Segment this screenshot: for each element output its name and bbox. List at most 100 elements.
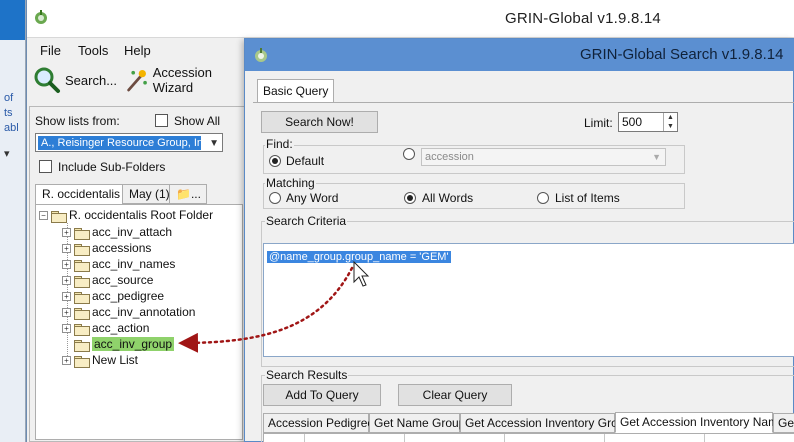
ellipsis-icon: ...: [190, 187, 201, 201]
magnifier-icon: [34, 67, 60, 93]
tab-get-name-group[interactable]: Get Name Group: [369, 413, 465, 433]
lists-pane: Show lists from: Show All A., Reisinger …: [29, 106, 247, 442]
find-default-label: Default: [286, 154, 325, 168]
tree-item[interactable]: + acc_action: [62, 320, 149, 336]
search-now-button[interactable]: Search Now!: [261, 111, 378, 133]
wizard-wand-icon: [127, 69, 147, 92]
expand-icon: +: [62, 275, 71, 285]
tab-accession-pedigree[interactable]: Accession Pedigree: [263, 413, 374, 433]
expand-icon: +: [62, 355, 71, 365]
list-owner-select[interactable]: A., Reisinger Resource Group, Inc. ▼: [35, 133, 223, 152]
expand-icon: +: [62, 243, 71, 253]
toolbar: Search... Accession Wizard: [33, 64, 247, 96]
menu-tools[interactable]: Tools: [78, 43, 108, 58]
tree-root-node[interactable]: − R. occidentalis Root Folder: [39, 207, 213, 223]
tree-item-label: acc_inv_attach: [92, 225, 173, 239]
find-accession-select[interactable]: accession ▼: [421, 148, 666, 166]
search-criteria-title: Search Criteria: [265, 214, 348, 228]
expand-icon: +: [62, 323, 71, 333]
add-to-query-button[interactable]: Add To Query: [263, 384, 381, 406]
find-group-title: Find:: [265, 137, 294, 151]
tree-item[interactable]: + acc_pedigree: [62, 288, 164, 304]
grid-column: [604, 434, 605, 442]
folder-icon: [74, 291, 90, 304]
folder-icon: [74, 355, 90, 368]
folder-icon: [74, 243, 90, 256]
search-button[interactable]: Search...: [33, 64, 117, 96]
find-accession-value: accession: [425, 151, 474, 163]
find-default-radio[interactable]: [269, 155, 281, 167]
desktop-strip: of ts abl ▾: [0, 0, 26, 442]
grin-global-logo-icon: [35, 10, 47, 24]
main-window-title: GRIN-Global v1.9.8.14: [505, 10, 661, 27]
results-grid: [263, 433, 794, 442]
grid-column: [404, 434, 405, 442]
main-title-bar: GRIN-Global v1.9.8.14: [27, 0, 794, 38]
basic-query-panel: Search Now! Limit: 500 ▲ ▼ Find: Default …: [253, 102, 794, 442]
show-lists-label: Show lists from:: [35, 114, 120, 128]
tree-item[interactable]: + acc_inv_annotation: [62, 304, 195, 320]
search-results-title: Search Results: [265, 368, 349, 382]
desktop-fragment: of: [4, 92, 14, 104]
expand-icon: +: [62, 227, 71, 237]
folder-icon: [74, 339, 90, 352]
tree-root-label: R. occidentalis Root Folder: [69, 208, 214, 222]
menu-file[interactable]: File: [40, 43, 61, 58]
search-criteria-textarea[interactable]: @name_group.group_name = 'GEM': [263, 243, 794, 357]
tree-item-selected[interactable]: acc_inv_group: [74, 336, 175, 352]
list-owner-value: A., Reisinger Resource Group, Inc.: [38, 136, 201, 150]
tab-ge-truncated[interactable]: Ge: [773, 413, 794, 433]
match-any-word-radio[interactable]: [269, 192, 281, 204]
clear-query-button[interactable]: Clear Query: [398, 384, 512, 406]
expand-icon: +: [62, 259, 71, 269]
grid-column: [304, 434, 305, 442]
grid-column: [504, 434, 505, 442]
desktop-blue-bar: [0, 0, 25, 40]
tree-item[interactable]: + New List: [62, 352, 138, 368]
match-all-words-radio[interactable]: [404, 192, 416, 204]
tab-get-accession-inventory-name[interactable]: Get Accession Inventory Name: [615, 412, 785, 433]
folder-icon: [74, 259, 90, 272]
tree-item[interactable]: + accessions: [62, 240, 151, 256]
grid-column: [704, 434, 705, 442]
folder-tree: − R. occidentalis Root Folder + acc_inv_…: [35, 204, 243, 440]
limit-label: Limit:: [584, 116, 613, 130]
tree-item-label: acc_inv_names: [92, 257, 176, 271]
tab-basic-query[interactable]: Basic Query: [257, 79, 335, 103]
tree-item-label: acc_inv_annotation: [92, 305, 196, 319]
tab-get-accession-inventory-group[interactable]: Get Accession Inventory Group: [460, 413, 631, 433]
new-tab-button[interactable]: 📁...: [169, 184, 207, 204]
tree-item-label: accessions: [92, 241, 152, 255]
show-all-label: Show All: [174, 114, 221, 128]
match-all-words-label: All Words: [422, 191, 474, 205]
dropdown-arrow-icon: ▾: [4, 148, 10, 160]
match-list-of-items-label: List of Items: [555, 191, 620, 205]
results-tabs: Accession Pedigree Get Name Group Get Ac…: [263, 412, 794, 433]
tree-item-label: acc_inv_group: [92, 337, 175, 351]
match-list-of-items-radio[interactable]: [537, 192, 549, 204]
tree-item-label: acc_pedigree: [92, 289, 165, 303]
tree-item-label: acc_source: [92, 273, 154, 287]
limit-stepper[interactable]: ▲ ▼: [663, 113, 677, 131]
tree-item[interactable]: + acc_inv_attach: [62, 224, 172, 240]
show-all-checkbox[interactable]: [155, 114, 168, 127]
folder-icon: [74, 275, 90, 288]
collapse-icon: −: [39, 210, 48, 220]
include-subfolders-checkbox[interactable]: [39, 160, 52, 173]
find-accession-radio[interactable]: [403, 148, 415, 160]
desktop-fragment: abl: [4, 122, 19, 134]
search-window: GRIN-Global Search v1.9.8.14 Basic Query…: [244, 38, 794, 442]
expand-icon: +: [62, 307, 71, 317]
folder-icon: [74, 307, 90, 320]
tree-item-label: New List: [92, 353, 139, 367]
folder-icon: [51, 210, 67, 223]
tab-r-occidentalis[interactable]: R. occidentalis: [35, 184, 128, 205]
tree-item[interactable]: + acc_source: [62, 272, 153, 288]
menu-help[interactable]: Help: [124, 43, 151, 58]
screenshot: of ts abl ▾ GRIN-Global v1.9.8.14 File T…: [0, 0, 794, 442]
tree-item[interactable]: + acc_inv_names: [62, 256, 175, 272]
add-folder-icon: 📁: [176, 187, 191, 201]
chevron-down-icon: ▼: [209, 138, 219, 149]
search-button-label: Search...: [65, 72, 118, 88]
accession-wizard-button[interactable]: Accession Wizard: [125, 64, 247, 96]
